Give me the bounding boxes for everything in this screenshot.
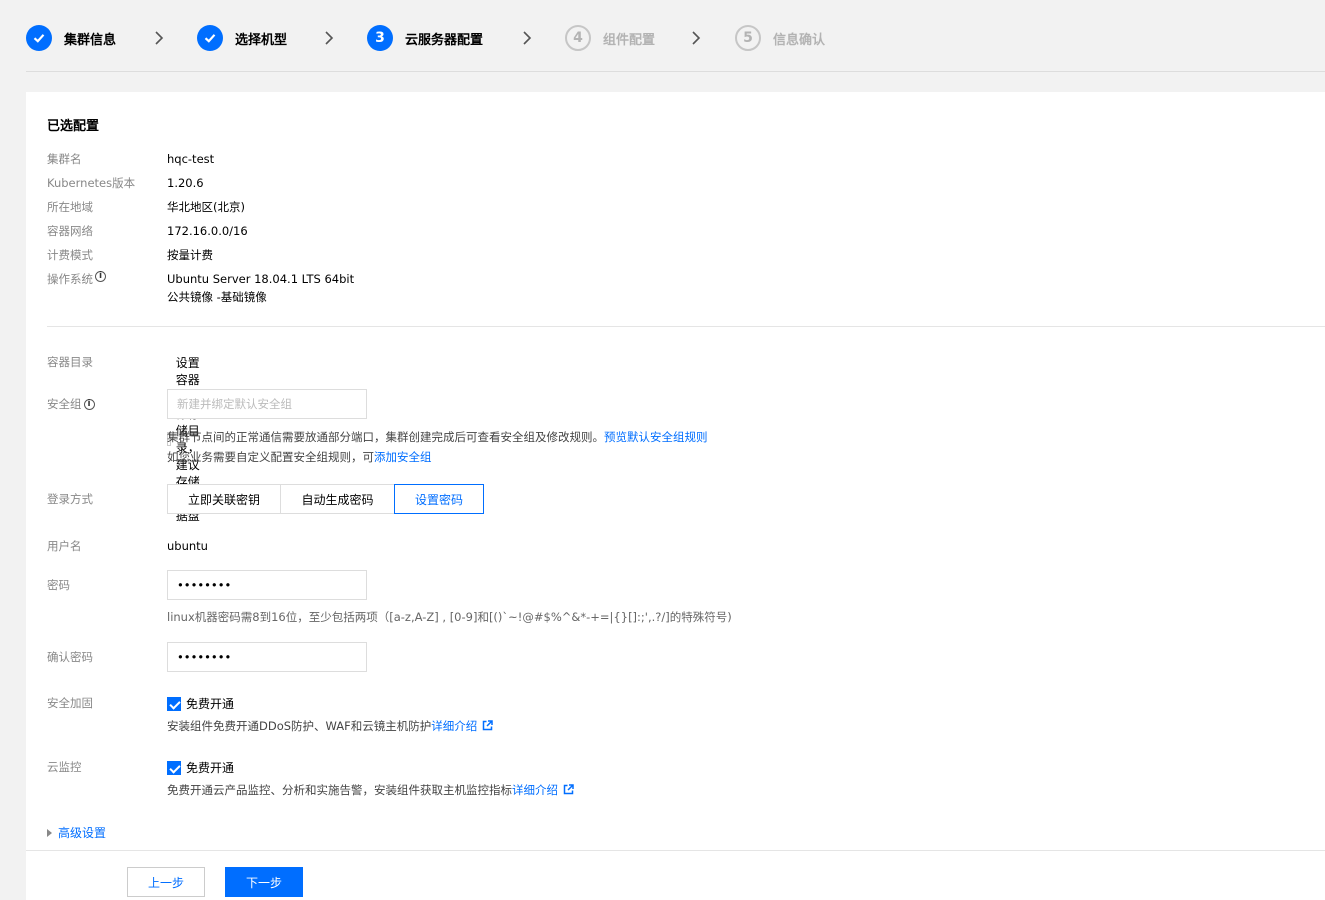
field-label: 确认密码: [47, 650, 93, 664]
security-hardening-content: 免费开通 安装组件免费开通DDoS防护、WAF和云镜主机防护详细介绍: [167, 695, 494, 736]
field-label-wrap: 安全组 i: [47, 396, 157, 412]
chevron-right-icon: [155, 31, 164, 45]
security-group-select[interactable]: 新建并绑定默认安全组: [167, 389, 367, 419]
chevron-right-icon: [523, 31, 532, 45]
step-server-config: 3 云服务器配置: [367, 25, 483, 51]
summary-row-region: 所在地域 华北地区(北京): [47, 199, 245, 215]
summary-row-container-network: 容器网络 172.16.0.0/16: [47, 223, 248, 239]
footer-divider: [26, 850, 1325, 851]
divider: [47, 326, 1325, 327]
chevron-right-icon: [325, 31, 334, 45]
step-component-config: 4 组件配置: [565, 25, 655, 51]
section-title: 已选配置: [47, 119, 100, 134]
security-hardening-detail-link[interactable]: 详细介绍: [431, 719, 477, 733]
step-label: 信息确认: [773, 32, 826, 48]
step-number: 4: [565, 25, 591, 51]
summary-row-cluster-name: 集群名 hqc-test: [47, 151, 214, 167]
summary-row-k8s-version: Kubernetes版本 1.20.6: [47, 175, 204, 191]
external-link-icon[interactable]: [563, 784, 574, 795]
summary-key: 操作系统: [47, 272, 93, 286]
step-number: 5: [735, 25, 761, 51]
field-label: 容器目录: [47, 355, 93, 369]
os-name: Ubuntu Server 18.04.1 LTS 64bit: [167, 272, 355, 286]
summary-key: Kubernetes版本: [47, 176, 136, 190]
summary-value: 172.16.0.0/16: [167, 224, 248, 238]
field-label: 云监控: [47, 760, 82, 774]
login-option-auto-password[interactable]: 自动生成密码: [280, 484, 395, 514]
check-icon: [197, 25, 223, 51]
help-text: 如您业务需要自定义配置安全组规则，可: [167, 450, 374, 464]
info-icon[interactable]: i: [95, 271, 106, 282]
summary-row-billing: 计费模式 按量计费: [47, 247, 213, 263]
help-text: 免费开通云产品监控、分析和实施告警，安装组件获取主机监控指标: [167, 783, 512, 797]
security-hardening-checkbox[interactable]: [167, 696, 181, 711]
advanced-settings-link[interactable]: 高级设置: [58, 824, 106, 841]
preview-default-rules-link[interactable]: 预览默认安全组规则: [604, 430, 708, 444]
next-step-button[interactable]: 下一步: [225, 867, 303, 897]
step-label: 集群信息: [64, 32, 117, 48]
summary-key-wrap: 操作系统 i: [47, 271, 167, 305]
summary-row-os: 操作系统 i Ubuntu Server 18.04.1 LTS 64bit 公共…: [47, 271, 354, 305]
prev-step-button[interactable]: 上一步: [127, 867, 205, 897]
username-value: ubuntu: [167, 539, 208, 553]
confirm-password-input[interactable]: ••••••••: [167, 642, 367, 672]
checkbox-label: 免费开通: [186, 761, 235, 775]
confirm-password-content: ••••••••: [167, 642, 367, 672]
security-group-help-1: 集群节点间的正常通信需要放通部分端口，集群创建完成后可查看安全组及修改规则。预览…: [167, 427, 708, 447]
password-help: linux机器密码需8到16位，至少包括两项（[a-z,A-Z] , [0-9]…: [167, 610, 732, 624]
add-security-group-link[interactable]: 添加安全组: [374, 450, 432, 464]
cloud-monitor-checkbox-row[interactable]: 免费开通: [167, 759, 574, 776]
field-label: 登录方式: [47, 492, 93, 506]
field-label: 用户名: [47, 539, 82, 553]
field-label: 安全组: [47, 397, 82, 411]
caret-right-icon: [47, 828, 52, 837]
summary-key: 容器网络: [47, 224, 93, 238]
step-label: 组件配置: [603, 32, 656, 48]
step-confirm: 5 信息确认: [735, 25, 825, 51]
summary-key: 计费模式: [47, 248, 93, 262]
summary-value: 华北地区(北京): [167, 200, 245, 214]
step-label: 选择机型: [235, 32, 288, 48]
step-cluster-info: 集群信息: [26, 25, 116, 51]
step-indicator: 集群信息 选择机型 3 云服务器配置 4 组件配置 5 信息确认: [26, 0, 1325, 72]
help-text: 安装组件免费开通DDoS防护、WAF和云镜主机防护: [167, 719, 432, 733]
login-option-set-password[interactable]: 设置密码: [394, 484, 484, 514]
password-input[interactable]: ••••••••: [167, 570, 367, 600]
cloud-monitor-checkbox[interactable]: [167, 760, 181, 775]
summary-value: 1.20.6: [167, 176, 204, 190]
summary-key: 集群名: [47, 152, 82, 166]
step-label: 云服务器配置: [405, 32, 484, 48]
external-link-icon[interactable]: [482, 720, 494, 731]
checkbox-label: 免费开通: [186, 697, 235, 711]
security-group-content: 新建并绑定默认安全组 集群节点间的正常通信需要放通部分端口，集群创建完成后可查看…: [167, 389, 708, 467]
summary-value: 按量计费: [167, 248, 213, 262]
cloud-monitor-help: 免费开通云产品监控、分析和实施告警，安装组件获取主机监控指标详细介绍: [167, 780, 574, 800]
security-hardening-checkbox-row[interactable]: 免费开通: [167, 695, 493, 712]
summary-value: Ubuntu Server 18.04.1 LTS 64bit 公共镜像 -基础…: [167, 271, 354, 305]
info-icon[interactable]: i: [83, 398, 95, 410]
chevron-right-icon: [692, 31, 701, 45]
step-select-model: 选择机型: [197, 25, 287, 51]
security-group-help-2: 如您业务需要自定义配置安全组规则，可添加安全组: [167, 447, 708, 467]
check-icon: [26, 25, 52, 51]
config-panel: 已选配置 集群名 hqc-test Kubernetes版本 1.20.6 所在…: [26, 92, 1325, 900]
advanced-settings-toggle[interactable]: 高级设置: [47, 824, 106, 841]
os-image-type: 公共镜像 -基础镜像: [167, 290, 267, 304]
field-label: 密码: [47, 578, 70, 592]
password-content: •••••••• linux机器密码需8到16位，至少包括两项（[a-z,A-Z…: [167, 570, 732, 627]
login-method-segmented: 立即关联密钥 自动生成密码 设置密码: [167, 484, 484, 514]
summary-key: 所在地域: [47, 200, 93, 214]
cloud-monitor-content: 免费开通 免费开通云产品监控、分析和实施告警，安装组件获取主机监控指标详细介绍: [167, 759, 574, 800]
cloud-monitor-detail-link[interactable]: 详细介绍: [512, 783, 558, 797]
login-option-key[interactable]: 立即关联密钥: [167, 484, 281, 514]
step-number: 3: [367, 25, 393, 51]
field-label: 安全加固: [47, 696, 93, 710]
security-hardening-help: 安装组件免费开通DDoS防护、WAF和云镜主机防护详细介绍: [167, 716, 494, 736]
summary-value: hqc-test: [167, 152, 215, 166]
help-text: 集群节点间的正常通信需要放通部分端口，集群创建完成后可查看安全组及修改规则。: [167, 430, 604, 444]
